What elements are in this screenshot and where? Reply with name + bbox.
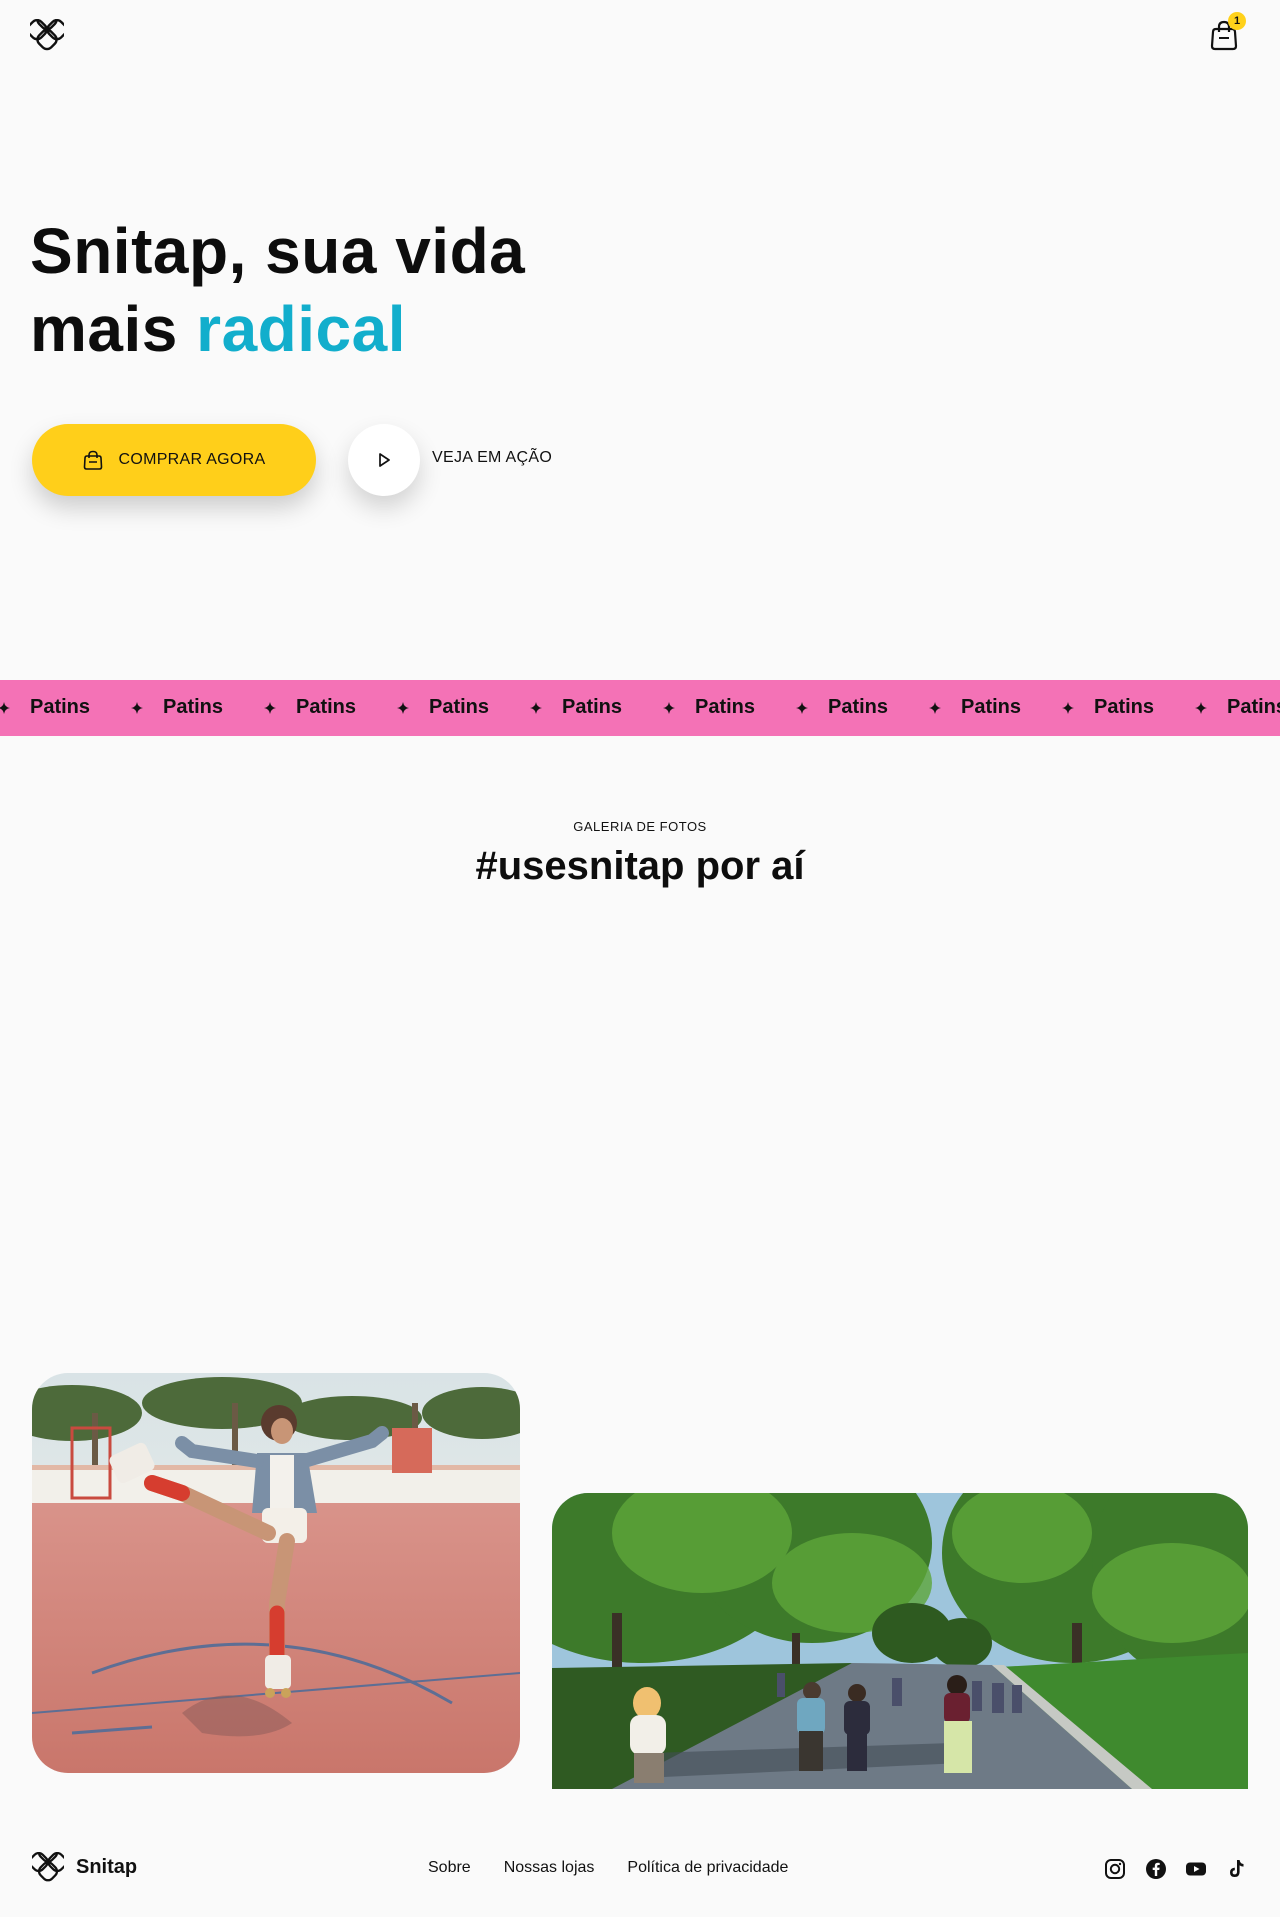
play-icon — [379, 453, 390, 467]
marquee-label: Patins — [163, 696, 224, 718]
sparkle-star-icon — [1195, 701, 1207, 714]
marquee-item: Patins — [796, 696, 888, 719]
tiktok-icon[interactable] — [1225, 1858, 1247, 1880]
hero-title-accent: radical — [196, 293, 406, 365]
footer-link-about[interactable]: Sobre — [428, 1859, 471, 1877]
sparkle-star-icon — [131, 701, 143, 714]
marquee-item: Patins — [929, 696, 1021, 719]
sparkle-star-icon — [530, 701, 542, 714]
sparkle-star-icon — [663, 701, 675, 714]
marquee-item: Patins — [397, 696, 489, 719]
snitap-logo-icon[interactable] — [30, 19, 64, 53]
shopping-bag-icon — [84, 450, 103, 470]
instagram-icon[interactable] — [1104, 1858, 1126, 1880]
marquee-item: Patins — [131, 696, 223, 719]
snitap-logo-icon[interactable] — [32, 1852, 64, 1884]
marquee-label: Patins — [695, 696, 756, 718]
gallery-photo-park-skaters[interactable] — [552, 1493, 1248, 1789]
marquee-item: Patins — [1062, 696, 1154, 719]
buy-now-button[interactable]: COMPRAR AGORA — [32, 424, 316, 496]
marquee-item: Patins — [530, 696, 622, 719]
marquee-item: Patins — [1195, 696, 1280, 719]
marquee-label: Patins — [961, 696, 1022, 718]
footer-link-privacy[interactable]: Política de privacidade — [627, 1859, 788, 1877]
marquee-label: Patins — [30, 696, 91, 718]
footer-link-stores[interactable]: Nossas lojas — [504, 1859, 595, 1877]
facebook-icon[interactable] — [1145, 1858, 1167, 1880]
gallery-eyebrow: GALERIA DE FOTOS — [573, 819, 707, 834]
marquee-label: Patins — [828, 696, 889, 718]
play-video-label[interactable]: VEJA EM AÇÃO — [432, 449, 552, 467]
buy-now-label: COMPRAR AGORA — [118, 451, 266, 468]
marquee-label: Patins — [562, 696, 623, 718]
footer-nav: Sobre Nossas lojas Política de privacida… — [428, 1859, 788, 1877]
marquee-label: Patins — [1227, 696, 1280, 718]
hero-title: Snitap, sua vida mais radical — [30, 212, 730, 368]
sparkle-star-icon — [0, 701, 10, 714]
product-marquee: Patins Patins Patins Patins Patins Patins Pati… — [0, 680, 1280, 736]
youtube-icon[interactable] — [1185, 1858, 1207, 1880]
hero-title-line1: Snitap, sua vida — [30, 215, 526, 287]
sparkle-star-icon — [929, 701, 941, 714]
cart-count-badge: 1 — [1228, 12, 1246, 30]
sparkle-star-icon — [1062, 701, 1074, 714]
marquee-item: Patins — [0, 696, 90, 719]
gallery-photo-skater-court[interactable] — [32, 1373, 520, 1773]
footer-brand[interactable]: Snitap — [76, 1856, 137, 1879]
gallery-title: #usesnitap por aí — [475, 844, 805, 888]
marquee-item: Patins — [663, 696, 755, 719]
hero-title-line2-prefix: mais — [30, 293, 197, 365]
sparkle-star-icon — [264, 701, 276, 714]
marquee-label: Patins — [296, 696, 357, 718]
sparkle-star-icon — [796, 701, 808, 714]
marquee-item: Patins — [264, 696, 356, 719]
sparkle-star-icon — [397, 701, 409, 714]
marquee-label: Patins — [1094, 696, 1155, 718]
marquee-label: Patins — [429, 696, 490, 718]
site-header: 1 — [0, 0, 1280, 80]
play-video-button[interactable] — [348, 424, 420, 496]
